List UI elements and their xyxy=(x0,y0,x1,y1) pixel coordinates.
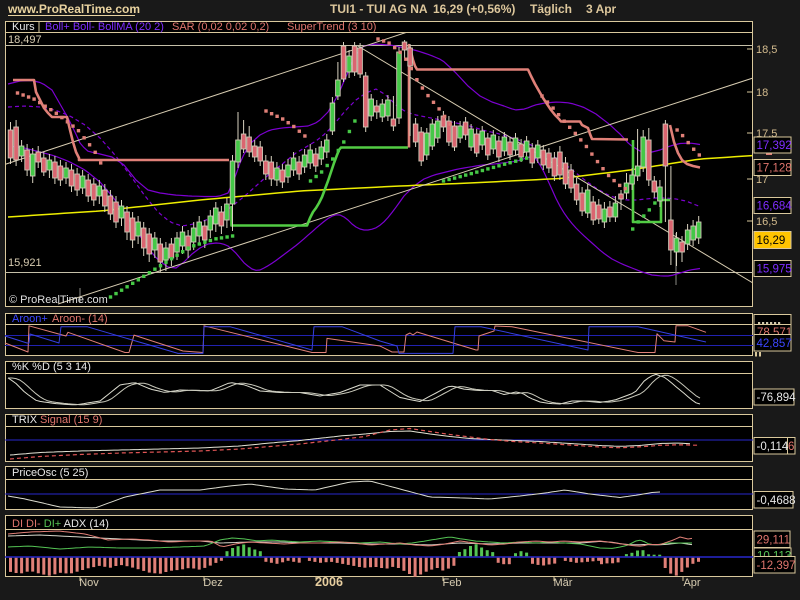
svg-text:16,5: 16,5 xyxy=(756,216,777,228)
svg-text:Aroon- (14): Aroon- (14) xyxy=(52,313,108,325)
svg-text:Boll+ Boll- BollMA (20 2): Boll+ Boll- BollMA (20 2) xyxy=(45,21,164,33)
svg-text:16,684: 16,684 xyxy=(757,201,793,213)
svg-text:TRIX: TRIX xyxy=(12,414,38,426)
svg-text:15,921: 15,921 xyxy=(8,257,42,269)
svg-text:www.ProRealTime.com: www.ProRealTime.com xyxy=(7,2,140,16)
svg-text:18: 18 xyxy=(756,87,768,99)
svg-text:%K %D (5 3 14): %K %D (5 3 14) xyxy=(12,361,91,373)
svg-text:SuperTrend (3 10): SuperTrend (3 10) xyxy=(287,21,376,33)
svg-text:PriceOsc (5 25): PriceOsc (5 25) xyxy=(12,467,88,479)
svg-text:-0,4688: -0,4688 xyxy=(757,495,796,507)
svg-text:17,128: 17,128 xyxy=(757,163,792,175)
svg-text:Dez: Dez xyxy=(203,577,223,589)
svg-text:Mär: Mär xyxy=(554,577,573,589)
svg-text:2006: 2006 xyxy=(315,575,343,589)
svg-text:3 Apr: 3 Apr xyxy=(586,2,617,16)
svg-text:Feb: Feb xyxy=(443,577,462,589)
svg-text:Apr: Apr xyxy=(683,577,700,589)
svg-text:16,29 (+0,56%): 16,29 (+0,56%) xyxy=(433,2,515,16)
svg-text:-0,114: -0,114 xyxy=(757,441,789,453)
svg-text:42,857: 42,857 xyxy=(757,338,792,350)
svg-text:Kurs: Kurs xyxy=(12,21,35,33)
svg-text:15,975: 15,975 xyxy=(757,264,792,276)
svg-text:-12,397: -12,397 xyxy=(757,560,796,572)
svg-text:-76,894: -76,894 xyxy=(757,392,797,404)
svg-text:17,392: 17,392 xyxy=(757,140,792,152)
svg-text:18,5: 18,5 xyxy=(756,44,777,56)
svg-text:29,111: 29,111 xyxy=(757,535,790,547)
svg-text:6: 6 xyxy=(788,441,794,453)
svg-text:Nov: Nov xyxy=(79,577,99,589)
svg-text:TUI1 - TUI AG NA: TUI1 - TUI AG NA xyxy=(330,2,428,16)
svg-text:16,29: 16,29 xyxy=(757,235,786,247)
svg-text:Täglich: Täglich xyxy=(530,2,572,16)
svg-text:© ProRealTime.com: © ProRealTime.com xyxy=(9,294,108,306)
svg-text:Signal (15 9): Signal (15 9) xyxy=(40,414,102,426)
svg-text:18,497: 18,497 xyxy=(8,34,42,46)
svg-text:DI DI- DI+ ADX (14): DI DI- DI+ ADX (14) xyxy=(12,518,109,530)
svg-text:SAR (0,02 0,02 0,2): SAR (0,02 0,02 0,2) xyxy=(172,21,269,33)
svg-text:Aroon+: Aroon+ xyxy=(12,313,48,325)
